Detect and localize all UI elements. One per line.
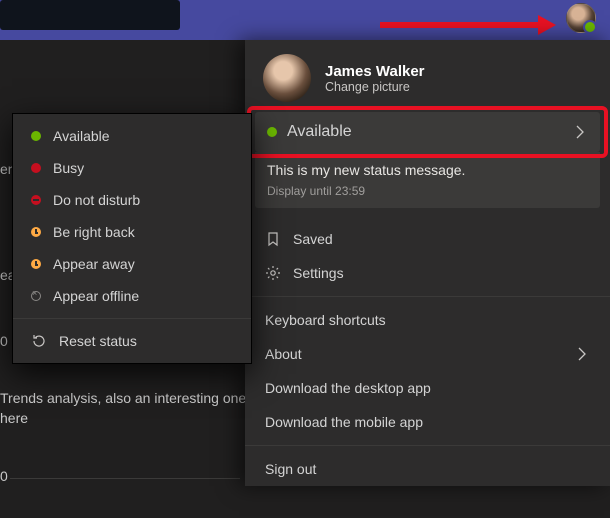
profile-avatar bbox=[263, 54, 311, 102]
status-option-busy[interactable]: Busy bbox=[13, 152, 251, 184]
status-option-label: Busy bbox=[53, 160, 84, 176]
saved-label: Saved bbox=[293, 231, 333, 247]
status-note-message: This is my new status message. bbox=[267, 162, 588, 178]
download-desktop-label: Download the desktop app bbox=[265, 380, 431, 396]
status-option-available[interactable]: Available bbox=[13, 120, 251, 152]
profile-avatar-button[interactable] bbox=[566, 3, 596, 33]
presence-away-icon bbox=[31, 259, 41, 269]
change-picture-link[interactable]: Change picture bbox=[325, 80, 425, 94]
status-option-dnd[interactable]: Do not disturb bbox=[13, 184, 251, 216]
title-bar bbox=[0, 0, 610, 40]
presence-available-icon bbox=[267, 127, 277, 137]
bg-divider bbox=[10, 478, 240, 479]
status-option-offline[interactable]: Appear offline bbox=[13, 280, 251, 312]
reset-icon bbox=[31, 333, 47, 349]
download-mobile-item[interactable]: Download the mobile app bbox=[245, 405, 610, 439]
status-option-label: Appear offline bbox=[53, 288, 139, 304]
settings-label: Settings bbox=[293, 265, 344, 281]
download-desktop-item[interactable]: Download the desktop app bbox=[245, 371, 610, 405]
status-option-label: Appear away bbox=[53, 256, 135, 272]
presence-brb-icon bbox=[31, 227, 41, 237]
about-label: About bbox=[265, 346, 302, 362]
presence-dnd-icon bbox=[31, 195, 41, 205]
about-item[interactable]: About bbox=[245, 337, 610, 371]
sign-out-label: Sign out bbox=[265, 461, 316, 477]
divider bbox=[245, 296, 610, 297]
chevron-right-icon bbox=[574, 346, 590, 362]
keyboard-shortcuts-label: Keyboard shortcuts bbox=[265, 312, 386, 328]
status-option-label: Available bbox=[53, 128, 110, 144]
status-option-away[interactable]: Appear away bbox=[13, 248, 251, 280]
status-note[interactable]: This is my new status message. Display u… bbox=[255, 152, 600, 208]
keyboard-shortcuts-item[interactable]: Keyboard shortcuts bbox=[245, 303, 610, 337]
status-reset[interactable]: Reset status bbox=[13, 325, 251, 357]
presence-busy-icon bbox=[31, 163, 41, 173]
status-option-brb[interactable]: Be right back bbox=[13, 216, 251, 248]
status-option-label: Be right back bbox=[53, 224, 135, 240]
profile-panel: James Walker Change picture Available Th… bbox=[245, 40, 610, 486]
download-mobile-label: Download the mobile app bbox=[265, 414, 423, 430]
annotation-arrow bbox=[380, 22, 540, 28]
saved-item[interactable]: Saved bbox=[245, 222, 610, 256]
settings-item[interactable]: Settings bbox=[245, 256, 610, 290]
presence-status-label: Available bbox=[287, 123, 352, 141]
presence-available-icon bbox=[31, 131, 41, 141]
status-option-label: Do not disturb bbox=[53, 192, 140, 208]
status-note-until: Display until 23:59 bbox=[267, 184, 588, 198]
bg-number: 0 bbox=[0, 468, 8, 484]
presence-offline-icon bbox=[31, 291, 41, 301]
presence-submenu: Available Busy Do not disturb Be right b… bbox=[12, 113, 252, 364]
profile-header: James Walker Change picture bbox=[245, 40, 610, 112]
profile-name: James Walker bbox=[325, 63, 425, 80]
sign-out-item[interactable]: Sign out bbox=[245, 452, 610, 486]
presence-status-row[interactable]: Available bbox=[255, 112, 600, 152]
status-reset-label: Reset status bbox=[59, 333, 137, 349]
divider bbox=[245, 445, 610, 446]
bookmark-icon bbox=[265, 231, 281, 247]
divider bbox=[13, 318, 251, 319]
chevron-right-icon bbox=[572, 124, 588, 140]
bg-message-text: Trends analysis, also an interesting one… bbox=[0, 388, 250, 428]
bg-number: 0 bbox=[0, 333, 8, 349]
search-input[interactable] bbox=[0, 0, 180, 30]
gear-icon bbox=[265, 265, 281, 281]
